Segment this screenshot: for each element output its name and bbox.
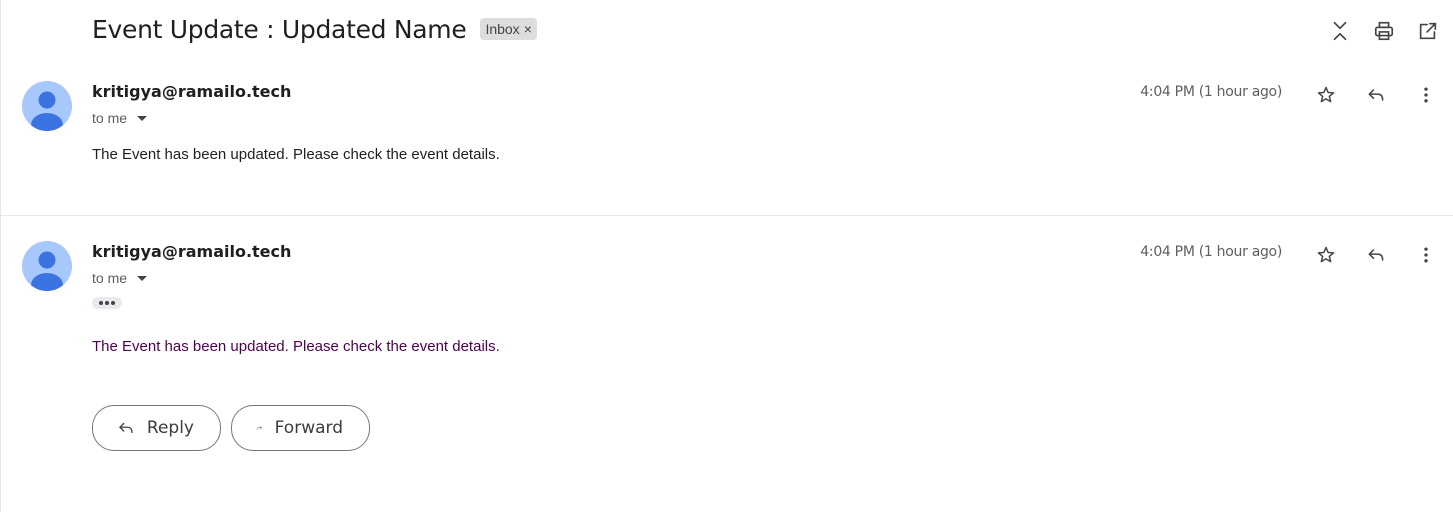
- reply-icon[interactable]: [1361, 80, 1391, 110]
- more-vert-icon[interactable]: [1411, 80, 1441, 110]
- message-actions: [1311, 240, 1441, 270]
- person-icon: [31, 251, 63, 291]
- dot-icon: [111, 301, 115, 305]
- recipient-label: to me: [92, 270, 128, 286]
- reply-forward-bar: Reply Forward: [92, 405, 370, 451]
- forward-icon: [256, 426, 262, 430]
- recipient-details[interactable]: to me: [92, 270, 148, 286]
- thread-header: Event Update : Updated Name Inbox ×: [92, 12, 537, 46]
- open-new-window-icon[interactable]: [1413, 16, 1443, 46]
- message-body: The Event has been updated. Please check…: [92, 338, 500, 355]
- avatar: [22, 241, 72, 291]
- more-vert-icon[interactable]: [1411, 240, 1441, 270]
- avatar: [22, 81, 72, 131]
- show-trimmed-content-button[interactable]: [92, 297, 122, 309]
- inbox-label-chip[interactable]: Inbox ×: [480, 18, 537, 40]
- reply-button[interactable]: Reply: [92, 405, 221, 451]
- remove-label-icon[interactable]: ×: [524, 21, 532, 37]
- recipient-details[interactable]: to me: [92, 110, 148, 126]
- label-text: Inbox: [485, 21, 520, 37]
- forward-button[interactable]: Forward: [231, 405, 370, 451]
- message-time: 4:04 PM (1 hour ago): [1140, 244, 1282, 260]
- star-icon[interactable]: [1311, 80, 1341, 110]
- message-time: 4:04 PM (1 hour ago): [1140, 84, 1282, 100]
- thread-toolbar: [1325, 16, 1443, 46]
- dot-icon: [99, 301, 103, 305]
- collapse-all-icon[interactable]: [1325, 16, 1355, 46]
- reply-label: Reply: [146, 418, 194, 438]
- forward-label: Forward: [274, 418, 343, 438]
- message-actions: [1311, 80, 1441, 110]
- sender-email[interactable]: kritigya@ramailo.tech: [92, 242, 291, 261]
- reply-icon[interactable]: [1361, 240, 1391, 270]
- recipient-label: to me: [92, 110, 128, 126]
- print-icon[interactable]: [1369, 16, 1399, 46]
- message-divider: [0, 215, 1453, 216]
- left-border: [0, 0, 1, 512]
- dot-icon: [105, 301, 109, 305]
- star-icon[interactable]: [1311, 240, 1341, 270]
- person-icon: [31, 91, 63, 131]
- reply-icon: [119, 422, 133, 434]
- sender-email[interactable]: kritigya@ramailo.tech: [92, 82, 291, 101]
- show-details-icon[interactable]: [137, 275, 148, 281]
- thread-subject: Event Update : Updated Name: [92, 14, 467, 44]
- message-body: The Event has been updated. Please check…: [92, 146, 500, 163]
- show-details-icon[interactable]: [137, 115, 148, 121]
